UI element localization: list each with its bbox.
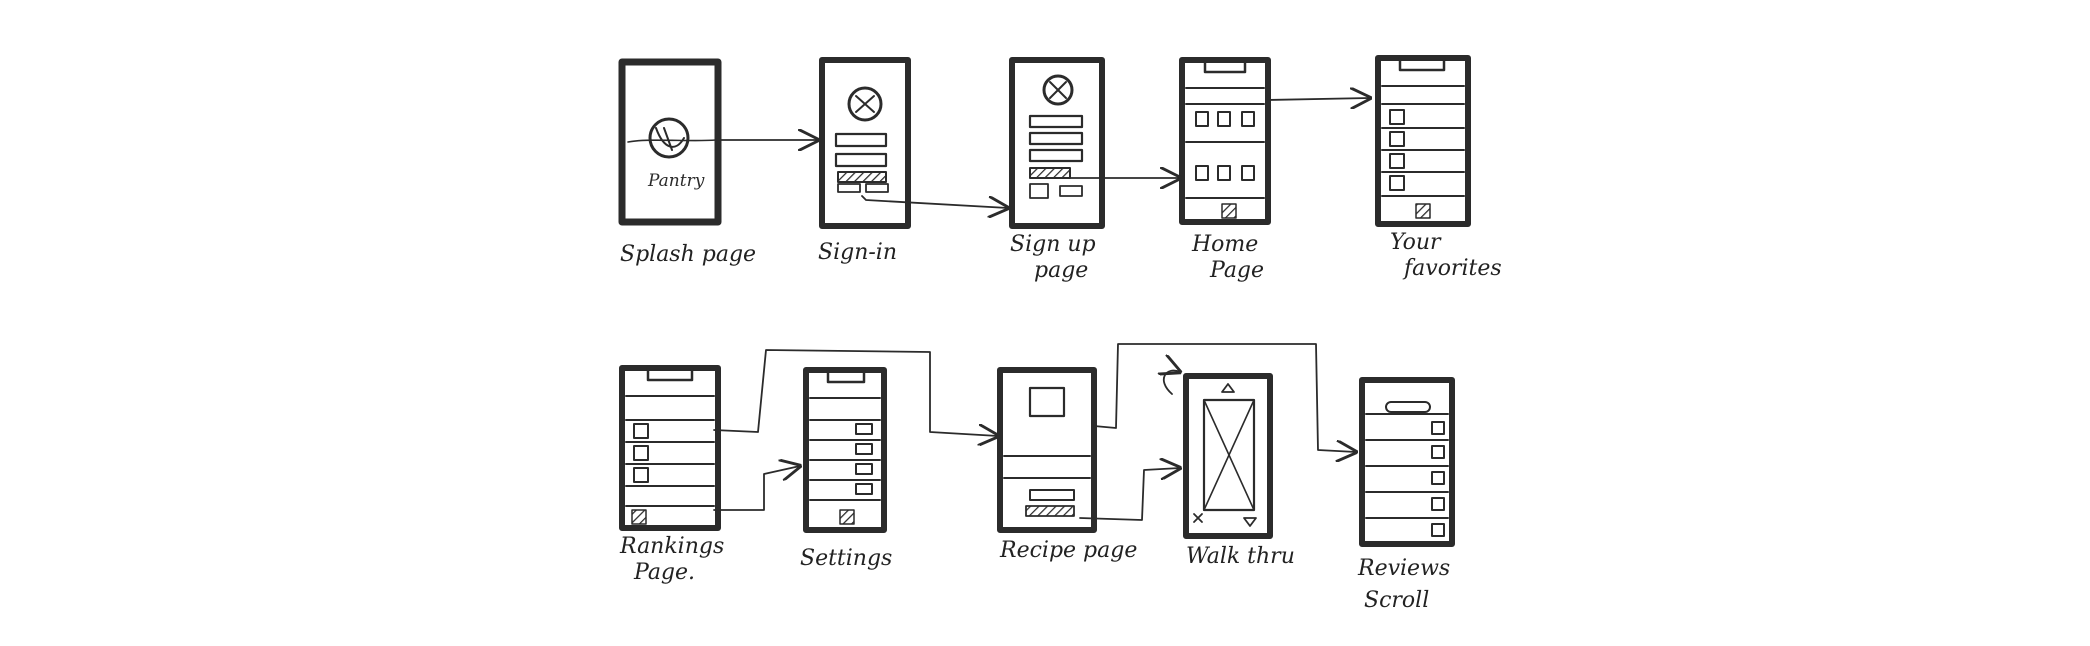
label-reviews-scroll: Reviews Scroll	[1358, 556, 1451, 613]
label-splash-page: Splash page	[620, 242, 757, 267]
walkthrough-screen	[1183, 373, 1273, 539]
label-sign-up-page: Sign up page	[1010, 232, 1096, 283]
favorites-screen	[1375, 55, 1471, 227]
label-settings: Settings	[800, 546, 893, 571]
recipe-screen	[997, 367, 1097, 533]
label-sign-in: Sign-in	[818, 240, 897, 265]
arrow-sign-in-to-sign-up	[861, 195, 1008, 208]
label-recipe-page: Recipe page	[1000, 538, 1138, 563]
arrow-rankings-to-settings	[713, 466, 800, 511]
label-rankings-page: Rankings Page.	[620, 534, 725, 585]
label-walk-thru: Walk thru	[1186, 544, 1295, 569]
label-your-favorites: Your favorites	[1390, 230, 1502, 281]
back-arrow-icon	[1164, 371, 1180, 395]
label-home-page: Home Page	[1192, 232, 1265, 283]
home-screen	[1179, 57, 1271, 225]
splash-screen: Pantry	[618, 58, 722, 226]
splash-logo-text: Pantry	[647, 171, 705, 191]
arrow-recipe-to-reviews	[1093, 343, 1356, 452]
settings-screen	[803, 367, 887, 533]
rankings-screen	[619, 365, 721, 531]
arrow-home-to-favorites	[1267, 98, 1370, 100]
sign-up-screen	[1009, 57, 1105, 229]
reviews-screen	[1359, 377, 1455, 547]
